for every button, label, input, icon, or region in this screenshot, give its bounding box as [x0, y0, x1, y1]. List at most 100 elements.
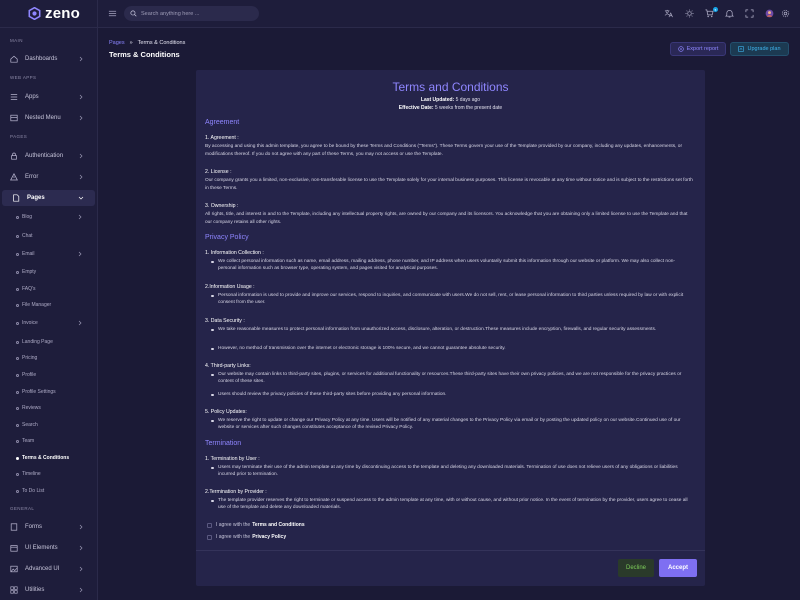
fullscreen-icon[interactable]	[745, 9, 754, 18]
card-footer-divider	[196, 550, 705, 551]
chevron-right-icon	[78, 251, 82, 257]
upgrade-plan-button[interactable]: Upgrade plan	[730, 42, 789, 56]
menu-toggle-icon[interactable]	[108, 9, 117, 18]
sidebar-item-advanced-ui[interactable]: Advanced UI	[0, 561, 97, 577]
sidebar-subitem[interactable]: Terms & Conditions	[16, 452, 96, 464]
list-item: We reserve the right to update or change…	[211, 417, 692, 432]
breadcrumb-pages-link[interactable]: Pages	[109, 40, 125, 46]
bullet-dot-icon	[16, 439, 19, 443]
sidebar-subitem-label: Terms & Conditions	[22, 455, 70, 461]
sidebar-item-forms[interactable]: Forms	[0, 519, 97, 535]
chevron-right-icon	[79, 524, 83, 530]
sidebar-subitem[interactable]: Chat	[16, 230, 96, 242]
terms-title: Terms and Conditions	[392, 80, 509, 94]
chevron-down-icon	[78, 196, 84, 200]
search-bar[interactable]	[124, 6, 259, 21]
agree-privacy-checkbox-row[interactable]: I agree with the Privacy Policy	[207, 534, 286, 540]
sun-icon[interactable]	[685, 9, 694, 18]
sidebar-item-utilities[interactable]: Utilities	[0, 582, 97, 598]
chevron-right-icon	[79, 153, 83, 159]
sidebar-item-pages[interactable]: Pages	[2, 190, 95, 206]
sidebar-subitem-label: File Manager	[22, 302, 52, 308]
sidebar-subitem[interactable]: Invoice	[16, 317, 96, 329]
bullet-dot-icon	[16, 406, 19, 410]
last-updated: Last Updated: 5 days ago	[196, 97, 705, 103]
bullet-dot-icon	[16, 234, 19, 238]
sidebar-subitem[interactable]: Pricing	[16, 352, 96, 364]
list-item: We collect personal information such as …	[211, 258, 692, 273]
effective-date: Effective Date: 5 weeks from the present…	[196, 105, 705, 111]
file-icon	[13, 194, 20, 202]
agree-privacy-link: Privacy Policy	[252, 534, 287, 540]
sidebar-item-ui-elements[interactable]: UI Elements	[0, 540, 97, 556]
sidebar-subitem[interactable]: Email	[16, 248, 96, 260]
list-item: The template provider reserves the right…	[211, 497, 692, 512]
decline-button[interactable]: Decline	[618, 559, 654, 577]
sidebar-subitem[interactable]: Team	[16, 435, 96, 447]
section-heading-privacy: Privacy Policy	[205, 234, 249, 241]
bullet-dot-icon	[16, 252, 19, 256]
bullet-dot-icon	[16, 287, 19, 291]
avatar-icon[interactable]	[765, 9, 774, 18]
effective-date-label: Effective Date:	[398, 105, 434, 111]
sidebar-item-dashboards[interactable]: Dashboards	[0, 51, 97, 67]
sidebar-subitem[interactable]: Search	[16, 419, 96, 431]
sidebar-item-authentication[interactable]: Authentication	[0, 148, 97, 164]
export-report-button[interactable]: Export report	[670, 42, 726, 56]
chevron-right-icon	[79, 545, 83, 551]
search-input[interactable]	[141, 10, 251, 17]
section-web-apps: WEB APPS	[10, 75, 37, 80]
sidebar-subitem[interactable]: Profile	[16, 369, 96, 381]
chevron-right-icon	[79, 56, 83, 62]
sidebar-subitem[interactable]: Blog	[16, 211, 96, 223]
agree-terms-checkbox-row[interactable]: I agree with the Terms and Conditions	[207, 522, 305, 528]
agree-privacy-checkbox[interactable]	[207, 534, 212, 540]
breadcrumb: Pages » Terms & Conditions	[109, 40, 185, 46]
sidebar-subitem-label: To Do List	[22, 488, 45, 494]
sidebar-item-apps[interactable]: Apps	[0, 89, 97, 105]
list-item: Personal information is used to provide …	[211, 292, 692, 307]
apps-icon	[10, 94, 18, 100]
bell-icon[interactable]	[725, 9, 734, 18]
sidebar-subitem[interactable]: Empty	[16, 266, 96, 278]
breadcrumb-separator: »	[129, 40, 133, 46]
bullet-dot-icon	[16, 270, 19, 274]
sidebar-subitem-label: Email	[22, 251, 35, 257]
sidebar-item-error[interactable]: Error	[0, 169, 97, 185]
bullet-dot-icon	[16, 456, 19, 460]
bullet-dot-icon	[16, 489, 19, 493]
item-heading: 5. Policy Updates:	[205, 409, 247, 415]
sidebar-subitem[interactable]: File Manager	[16, 299, 96, 311]
item-heading: 3. Data Security :	[205, 318, 245, 324]
top-header: 5	[98, 0, 800, 28]
cart-badge: 5	[713, 7, 718, 12]
sidebar: zeno MAIN Dashboards WEB APPS Apps Neste…	[0, 0, 98, 600]
section-pages: PAGES	[10, 134, 28, 139]
sidebar-item-label: Utilities	[25, 587, 45, 593]
bullet-dot-icon	[16, 340, 19, 344]
sidebar-subitem[interactable]: FAQ's	[16, 283, 96, 295]
logo[interactable]: zeno	[0, 0, 97, 28]
section-main: MAIN	[10, 38, 23, 43]
accept-button[interactable]: Accept	[659, 559, 697, 577]
item-heading: 1. Termination by User :	[205, 456, 260, 462]
sidebar-subitem[interactable]: Profile Settings	[16, 386, 96, 398]
sidebar-subitem-label: Team	[22, 438, 35, 444]
sidebar-subitem[interactable]: Timeline	[16, 468, 96, 480]
sidebar-item-label: UI Elements	[25, 545, 58, 551]
agree-terms-checkbox[interactable]	[207, 522, 212, 528]
settings-icon[interactable]	[781, 9, 790, 18]
bullet-dot-icon	[16, 215, 19, 219]
sidebar-subitem[interactable]: Reviews	[16, 402, 96, 414]
sidebar-item-nested-menu[interactable]: Nested Menu	[0, 110, 97, 126]
sidebar-subitem[interactable]: To Do List	[16, 485, 96, 497]
image-icon	[10, 565, 18, 573]
translate-icon[interactable]	[664, 9, 673, 18]
sidebar-subitem[interactable]: Landing Page	[16, 336, 96, 348]
sidebar-subitem-label: Pricing	[22, 355, 38, 361]
section-heading-termination: Termination	[205, 440, 242, 447]
upgrade-plan-label: Upgrade plan	[747, 46, 781, 52]
sidebar-subitem-label: Timeline	[22, 471, 41, 477]
grid-icon	[10, 586, 18, 594]
sidebar-item-label: Apps	[25, 94, 39, 100]
